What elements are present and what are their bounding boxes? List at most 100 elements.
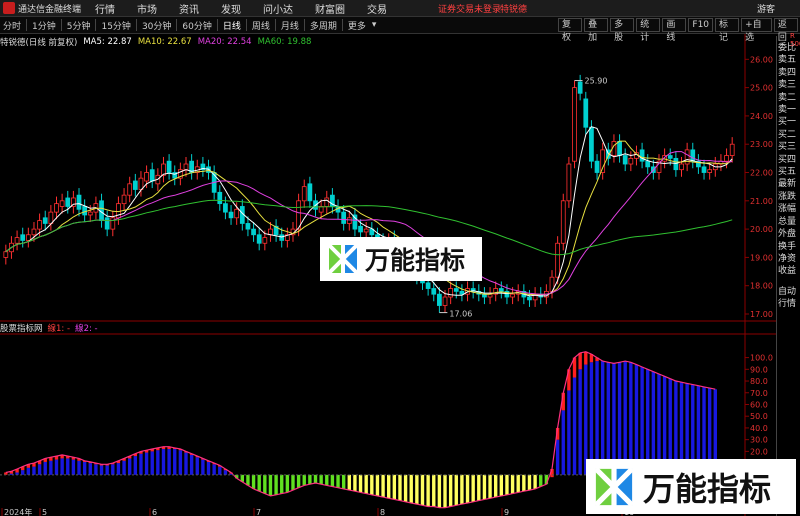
login-notice[interactable]: 证券交易未登录 <box>438 2 501 15</box>
quote-field-9[interactable]: 买四 <box>777 154 800 166</box>
stats-button[interactable]: 统计 <box>636 18 661 43</box>
indicator-bar <box>409 474 413 503</box>
quote-field-13[interactable]: 涨幅 <box>777 203 800 215</box>
period-15min[interactable]: 15分钟 <box>98 19 133 32</box>
quote-field-11[interactable]: 最新 <box>777 178 800 190</box>
indicator-bar <box>499 474 504 496</box>
indicator-axis: 10.020.030.040.050.060.070.080.090.0100.… <box>745 354 773 476</box>
candle-body <box>301 186 307 202</box>
period-more[interactable]: 更多 <box>345 19 369 32</box>
candle-body <box>166 160 172 173</box>
back-button[interactable]: 返回 <box>773 18 798 43</box>
indicator-bar <box>387 474 391 499</box>
candle-body <box>341 211 347 224</box>
period-30min[interactable]: 30分钟 <box>139 19 174 32</box>
quote-field-6[interactable]: 买一 <box>777 116 800 128</box>
menu-ask[interactable]: 问小达 <box>263 1 293 16</box>
draw-button[interactable]: 画线 <box>662 18 687 43</box>
indicator-bar <box>82 461 87 475</box>
indicator-bar <box>432 474 436 507</box>
indicator-bar <box>555 439 560 475</box>
quote-field-18[interactable]: 收益 <box>777 265 800 277</box>
period-multi[interactable]: 多周期 <box>307 19 340 32</box>
y-tick-label: 30.0 <box>750 436 768 445</box>
indicator-bar <box>465 474 470 503</box>
quote-field-5[interactable]: 卖一 <box>777 104 800 116</box>
indicator-bar <box>66 458 70 475</box>
quote-panel: R 500 委比卖五卖四卖三卖二卖一买一买二买三买四买五最新涨跌涨幅总量外盘换手… <box>776 32 800 516</box>
mark-button[interactable]: 标记 <box>715 18 740 43</box>
period-60min[interactable]: 60分钟 <box>179 19 214 32</box>
candle-body <box>555 242 561 278</box>
menu-news[interactable]: 资讯 <box>179 1 199 16</box>
price-axis: 17.00 18.00 19.00 20.00 21.00 22.00 23.00 24.00… <box>745 55 773 319</box>
quote-field-14[interactable]: 总量 <box>777 216 800 228</box>
watermark-text: 万能指标 <box>643 469 772 508</box>
period-daily[interactable]: 日线 <box>220 19 244 32</box>
candle-body <box>251 228 256 236</box>
quote-field-19[interactable]: 自动 <box>777 286 800 298</box>
quote-field-1[interactable]: 卖五 <box>777 54 800 66</box>
period-1min[interactable]: 1分钟 <box>29 19 59 32</box>
adjust-button[interactable]: 复权 <box>558 18 583 43</box>
quote-field-10[interactable]: 买五 <box>777 166 800 178</box>
overlay-button[interactable]: 叠加 <box>584 18 609 43</box>
quote-field-20[interactable]: 行情 <box>777 298 800 310</box>
indicator-bar <box>212 464 216 475</box>
indicator-bar <box>246 474 250 486</box>
quote-field-3[interactable]: 卖三 <box>777 79 800 91</box>
f10-button[interactable]: F10 <box>688 18 714 32</box>
quote-field-4[interactable]: 卖二 <box>777 92 800 104</box>
watermark-2: 万能指标 <box>586 459 796 514</box>
candle-body <box>82 206 88 216</box>
period-weekly[interactable]: 周线 <box>249 19 273 32</box>
indicator-bar <box>201 459 205 475</box>
annotations: 25.90 17.06 <box>439 77 607 319</box>
period-monthly[interactable]: 月线 <box>278 19 302 32</box>
watermark-logo-icon <box>594 466 634 507</box>
candle-body <box>234 208 240 219</box>
chevron-down-icon[interactable]: ▾ <box>369 20 380 30</box>
menu-wealth[interactable]: 财富圈 <box>315 1 345 16</box>
candle-body <box>59 200 65 207</box>
x-tick-label: 7 <box>256 508 261 516</box>
period-intraday[interactable]: 分时 <box>0 19 24 32</box>
multi-stock-button[interactable]: 多股 <box>610 18 635 43</box>
candle-body <box>3 251 9 258</box>
candle-body <box>358 225 363 233</box>
quote-field-12[interactable]: 涨跌 <box>777 191 800 203</box>
quote-field-16[interactable]: 换手 <box>777 241 800 253</box>
menu-discover[interactable]: 发现 <box>221 1 241 16</box>
indicator-bar <box>516 474 520 493</box>
menu-market[interactable]: 市场 <box>137 1 157 16</box>
indicator-bar <box>336 474 340 488</box>
y-tick-label: 40.0 <box>750 424 768 433</box>
guest-label[interactable]: 游客 <box>757 2 775 15</box>
quote-field-17[interactable]: 净资 <box>777 253 800 265</box>
candle-body <box>679 163 684 171</box>
candle-body <box>729 143 735 156</box>
candle-body <box>183 163 189 171</box>
y-tick-label: 60.0 <box>750 400 768 409</box>
period-5min[interactable]: 5分钟 <box>64 19 94 32</box>
add-watchlist-button[interactable]: +自选 <box>741 18 772 43</box>
candle-body <box>437 293 442 306</box>
x-tick-label: 9 <box>504 508 509 516</box>
indicator-bar <box>189 454 194 475</box>
indicator-bar <box>296 474 301 488</box>
quote-field-7[interactable]: 买二 <box>777 129 800 141</box>
menu-trade[interactable]: 交易 <box>367 1 387 16</box>
indicator-bar <box>370 474 374 495</box>
indicator-bar <box>285 474 290 493</box>
candle-body <box>527 296 532 301</box>
divider <box>26 19 28 31</box>
quote-field-15[interactable]: 外盘 <box>777 228 800 240</box>
candle-body <box>673 157 679 171</box>
indicator-bar <box>302 474 306 486</box>
indicator-bar <box>257 474 261 492</box>
menu-quotes[interactable]: 行情 <box>95 1 115 16</box>
indicator-bar <box>477 474 481 501</box>
candle-body <box>37 220 42 230</box>
quote-field-2[interactable]: 卖四 <box>777 67 800 79</box>
quote-field-8[interactable]: 买三 <box>777 141 800 153</box>
